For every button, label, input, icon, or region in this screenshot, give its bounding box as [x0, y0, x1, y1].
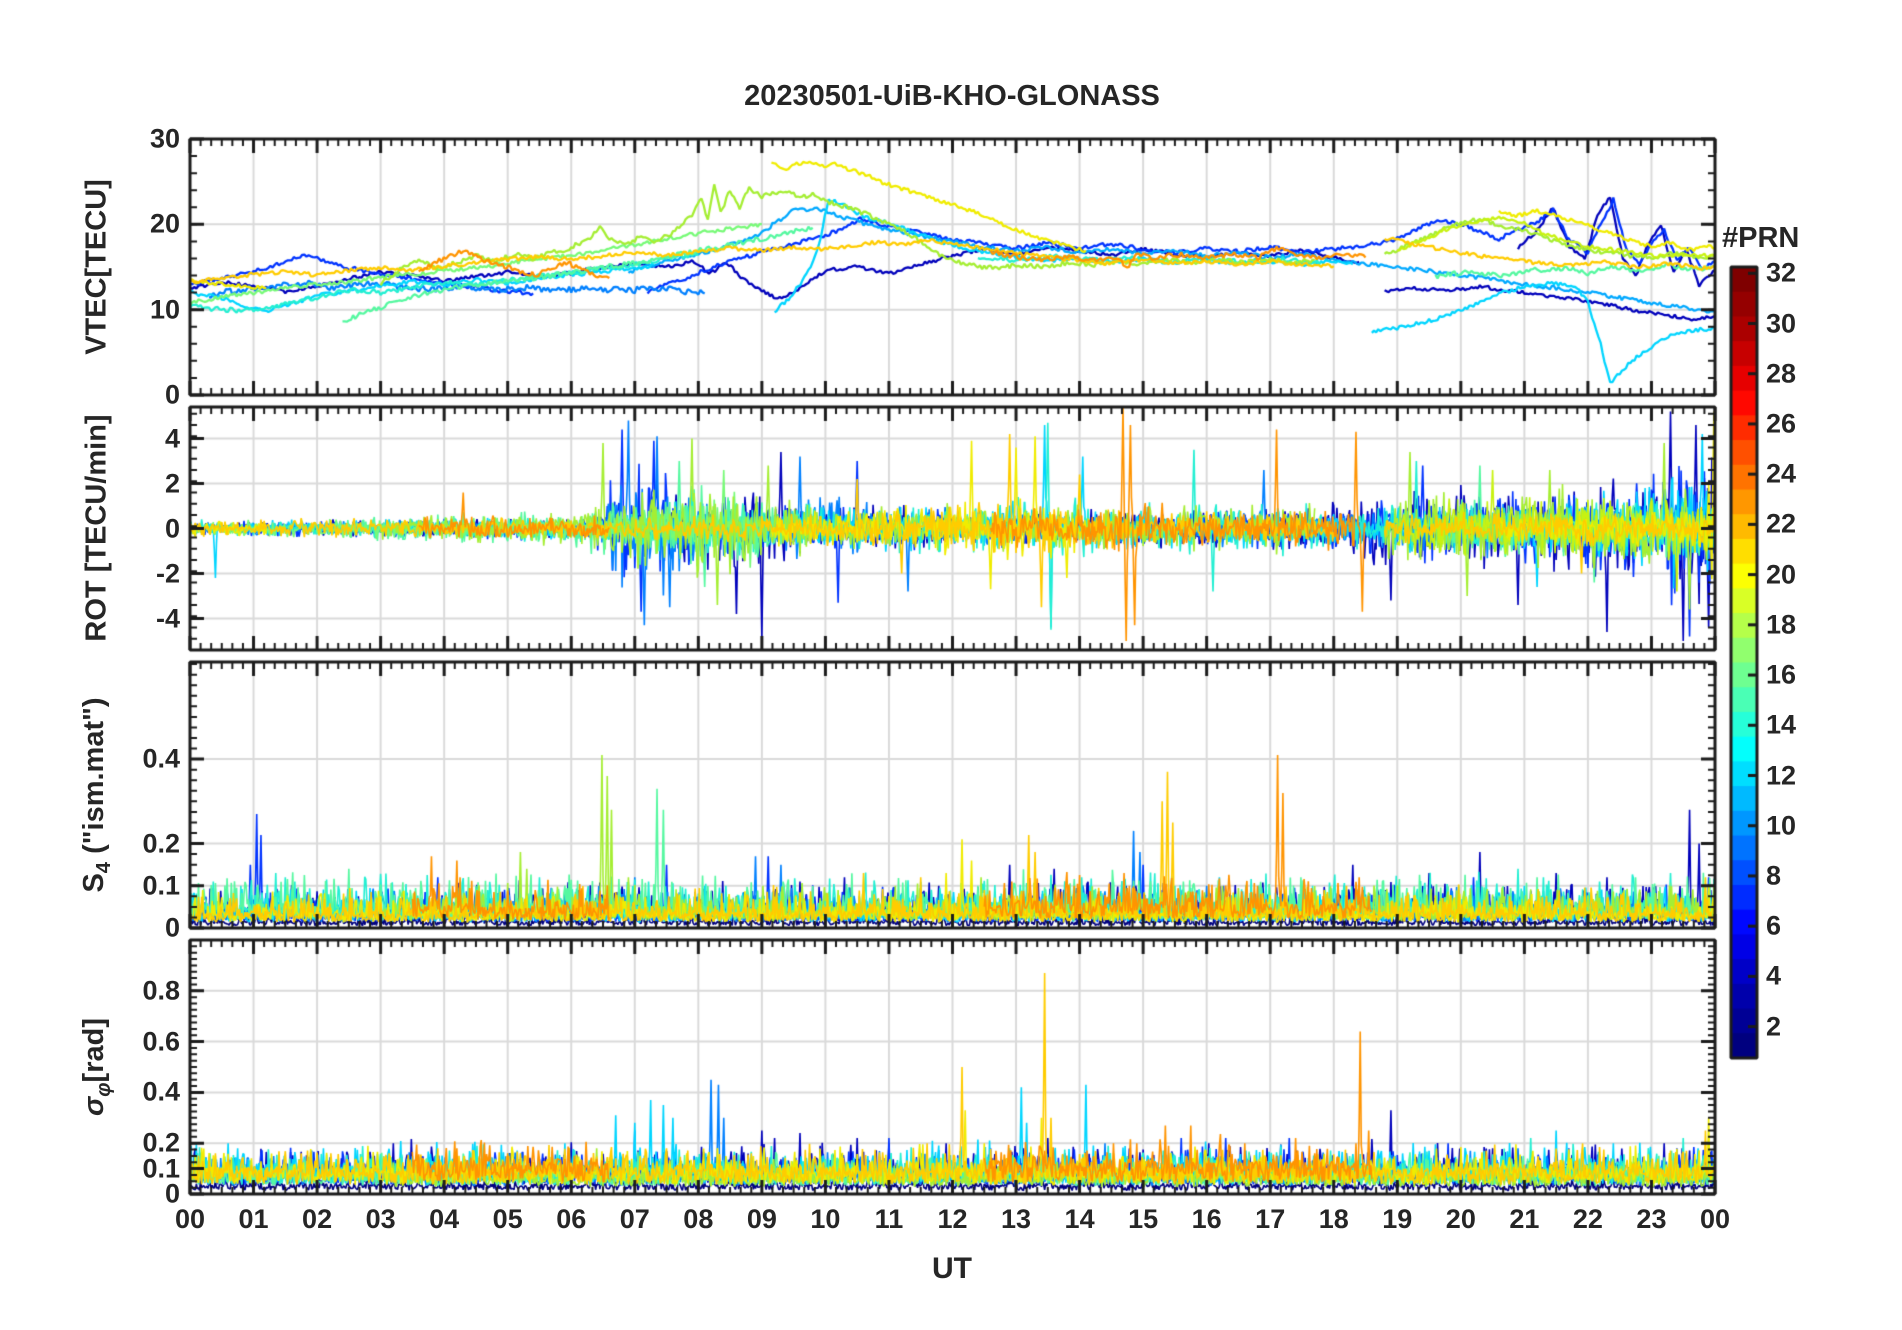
y-tick-label: 0	[164, 912, 180, 943]
ylabel-s4: S4 ("ism.mat")	[78, 697, 116, 892]
chart-canvas	[0, 0, 1902, 1330]
y-tick-label: 30	[149, 123, 180, 154]
x-tick-label: 13	[1001, 1204, 1032, 1234]
x-tick-label: 02	[302, 1204, 333, 1234]
colorbar-tick-label: 4	[1766, 960, 1782, 991]
ylabel-rot-text: ROT [TECU/min]	[80, 414, 113, 642]
ylabel-sigma-sub: φ	[92, 1082, 115, 1097]
x-tick-label: 08	[683, 1204, 714, 1234]
y-tick-label: -4	[155, 603, 180, 633]
x-tick-label: 17	[1255, 1204, 1286, 1234]
x-tick-label: 10	[810, 1204, 841, 1234]
chart-title: 20230501-UiB-KHO-GLONASS	[744, 80, 1160, 112]
x-tick-label: 20	[1445, 1204, 1476, 1234]
x-tick-label: 01	[238, 1204, 269, 1234]
x-tick-label: 19	[1382, 1204, 1413, 1234]
y-tick-label: 20	[149, 208, 180, 239]
y-tick-label: 0.4	[142, 1076, 180, 1107]
ylabel-sigma-pre: σ	[78, 1096, 111, 1116]
colorbar-tick-label: 6	[1766, 910, 1782, 941]
ylabel-s4-sub: 4	[92, 861, 115, 874]
x-tick-label: 23	[1636, 1204, 1667, 1234]
colorbar-tick-label: 26	[1766, 408, 1797, 439]
colorbar-tick-label: 8	[1766, 860, 1782, 891]
ylabel-vtec-text: VTEC[TECU]	[80, 179, 113, 355]
x-tick-label: 04	[429, 1204, 460, 1234]
x-axis-label: UT	[932, 1252, 972, 1285]
y-tick-label: 0	[164, 379, 180, 410]
x-tick-label: 09	[746, 1204, 777, 1234]
colorbar-tick-label: 32	[1766, 257, 1797, 288]
y-tick-label: 4	[164, 423, 180, 453]
x-tick-label: 18	[1318, 1204, 1349, 1234]
colorbar-tick-label: 18	[1766, 609, 1797, 640]
y-tick-label: 10	[149, 294, 180, 325]
colorbar-tick-label: 24	[1766, 458, 1797, 489]
x-tick-label: 15	[1128, 1204, 1159, 1234]
y-tick-label: 0.8	[142, 975, 180, 1006]
x-tick-label: 16	[1191, 1204, 1222, 1234]
y-tick-label: 0.1	[142, 870, 180, 901]
colorbar-tick-label: 14	[1766, 709, 1797, 740]
figure-container: 20230501-UiB-KHO-GLONASS VTEC[TECU] ROT …	[0, 0, 1902, 1330]
ylabel-sigma-post: [rad]	[78, 1018, 111, 1083]
x-tick-label: 11	[874, 1204, 904, 1234]
ylabel-rot: ROT [TECU/min]	[81, 414, 114, 641]
ylabel-sigma-phi: σφ[rad]	[78, 1018, 116, 1116]
ylabel-s4-pre: S	[78, 873, 111, 893]
colorbar-tick-label: 22	[1766, 508, 1797, 539]
x-tick-label: 03	[365, 1204, 396, 1234]
colorbar-tick-label: 16	[1766, 659, 1797, 690]
colorbar-tick-label: 20	[1766, 559, 1797, 590]
x-tick-label: 22	[1572, 1204, 1603, 1234]
colorbar-tick-label: 30	[1766, 308, 1797, 338]
x-tick-label: 14	[1064, 1204, 1095, 1234]
colorbar-tick-label: 12	[1766, 760, 1797, 790]
x-tick-label: 07	[619, 1204, 650, 1234]
colorbar-tick-label: 10	[1766, 810, 1797, 841]
y-tick-label: -2	[155, 558, 180, 588]
y-tick-label: 0.2	[142, 1127, 180, 1158]
x-tick-label: 05	[492, 1204, 523, 1234]
colorbar-title: #PRN	[1722, 222, 1800, 254]
x-tick-label: 00	[1699, 1204, 1731, 1234]
ylabel-vtec: VTEC[TECU]	[81, 179, 114, 355]
ylabel-s4-post: ("ism.mat")	[78, 697, 111, 862]
x-tick-label: 21	[1509, 1204, 1540, 1234]
y-tick-label: 0.4	[142, 743, 180, 774]
y-tick-label: 0.2	[142, 828, 180, 859]
y-tick-label: 2	[164, 468, 180, 498]
colorbar-tick-label: 2	[1766, 1011, 1782, 1042]
x-tick-label: 06	[556, 1204, 587, 1234]
y-tick-label: 0.6	[142, 1026, 180, 1057]
colorbar-tick-label: 28	[1766, 358, 1797, 389]
x-tick-label: 12	[937, 1204, 968, 1234]
y-tick-label: 0	[164, 513, 180, 543]
